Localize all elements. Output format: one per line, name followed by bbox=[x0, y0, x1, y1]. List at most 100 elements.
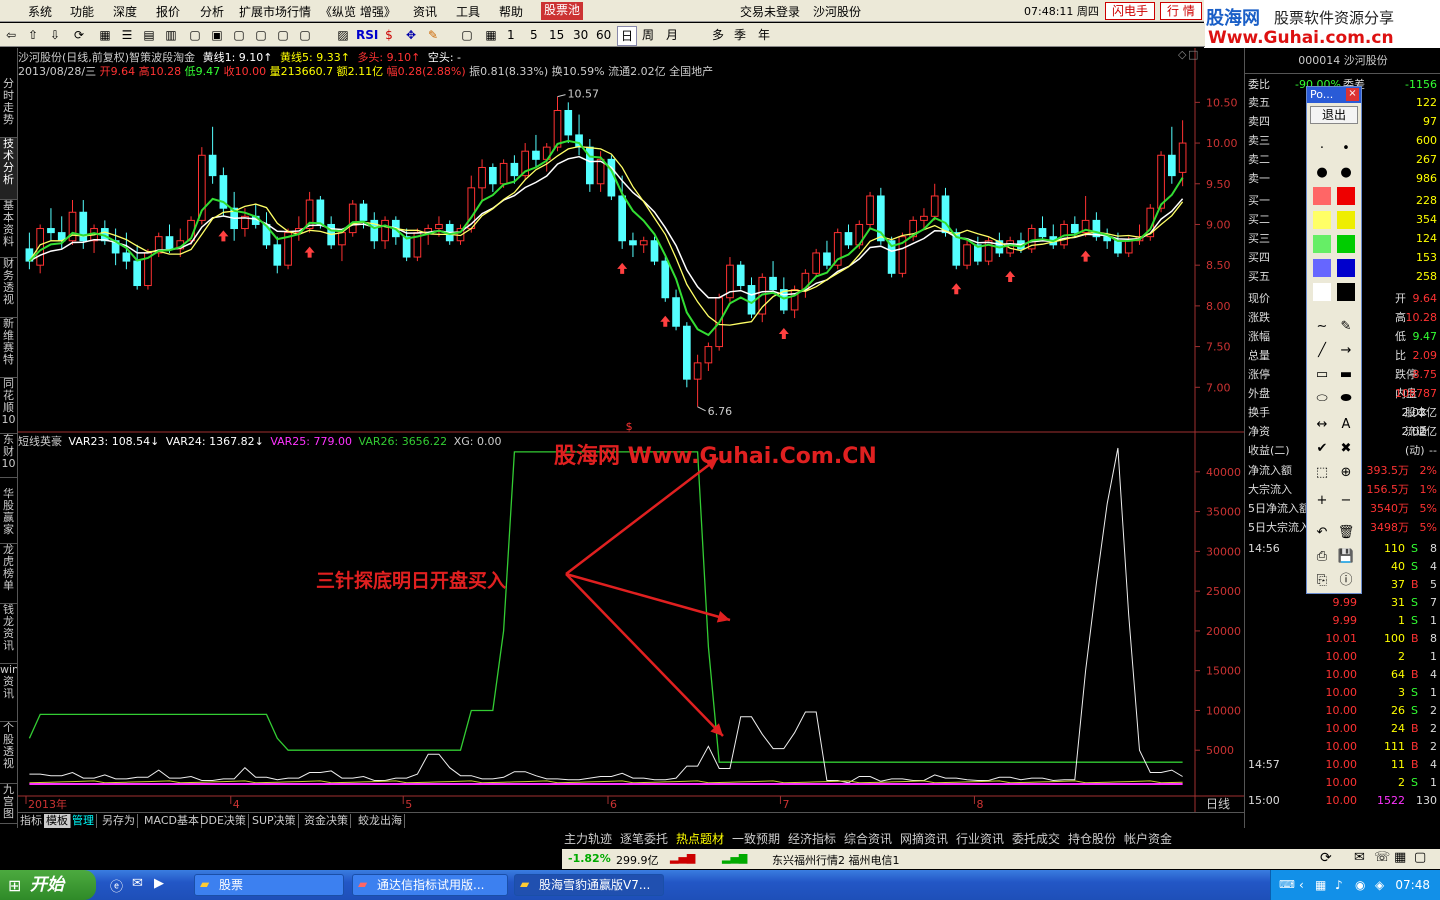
indicator-tab[interactable]: 蛟龙出海 bbox=[356, 814, 405, 828]
period-multi[interactable]: 多 bbox=[712, 26, 724, 44]
period-1[interactable]: 1 bbox=[507, 26, 515, 44]
fo-icon[interactable]: ▢ bbox=[186, 26, 204, 44]
rect-icon[interactable]: ▭ bbox=[1311, 365, 1333, 385]
f10-icon[interactable]: ▣ bbox=[208, 26, 226, 44]
select-icon[interactable]: ⬚ bbox=[1311, 463, 1333, 483]
ie-icon[interactable]: ⓔ bbox=[110, 876, 123, 895]
save-icon[interactable]: 💾 bbox=[1335, 547, 1357, 567]
text-icon[interactable]: A bbox=[1335, 415, 1357, 435]
settings-icon[interactable]: ▢ bbox=[296, 26, 314, 44]
circle-small-icon[interactable]: ● bbox=[1311, 163, 1333, 183]
plus-icon[interactable]: + bbox=[1311, 491, 1333, 511]
tab-huagu[interactable]: 华股赢家 bbox=[0, 488, 17, 544]
func-tab[interactable]: 持仓股份 bbox=[1068, 830, 1116, 848]
tab-stock-view[interactable]: 个股透视 bbox=[0, 722, 17, 784]
wave-icon[interactable]: ∼ bbox=[1311, 317, 1333, 337]
menu-help[interactable]: 帮助 bbox=[499, 3, 523, 20]
period-day[interactable]: 日 bbox=[617, 26, 638, 46]
tab-dongcai10[interactable]: 东财10 bbox=[0, 434, 17, 478]
task-folder[interactable]: 股票 bbox=[194, 874, 344, 896]
chart-area[interactable]: 10.50 10.00 9.50 9.00 8.50 8.00 7.50 7.00 40000… bbox=[18, 48, 1244, 812]
indicator-tab[interactable]: 资金决策 bbox=[302, 814, 351, 828]
indicator-tab[interactable]: 指标 bbox=[18, 814, 45, 828]
indicator-tab[interactable]: SUP决策 bbox=[250, 814, 299, 828]
func-tab[interactable]: 经济指标 bbox=[788, 830, 836, 848]
tab-wind[interactable]: wind资讯 bbox=[0, 664, 17, 722]
period-week[interactable]: 周 bbox=[642, 26, 654, 44]
flash-trade-button[interactable]: 闪电手 bbox=[1105, 2, 1156, 20]
color-swatch-light[interactable] bbox=[1313, 187, 1331, 205]
indicator-tab[interactable]: MACD基本 bbox=[142, 814, 202, 828]
layout-icon[interactable]: ▦ bbox=[482, 26, 500, 44]
window-icon-status[interactable]: ▢ bbox=[1414, 850, 1426, 865]
fz-icon[interactable]: ▢ bbox=[274, 26, 292, 44]
color-swatch-dark[interactable] bbox=[1337, 259, 1355, 277]
func-tab[interactable]: 热点题材 bbox=[676, 830, 724, 848]
task-guhai[interactable]: 股海雪豹通赢版V7... bbox=[514, 874, 664, 896]
copy-icon[interactable]: ⎘ bbox=[1311, 571, 1333, 591]
kline-chart[interactable]: 10.50 10.00 9.50 9.00 8.50 8.00 7.50 7.00 40000… bbox=[18, 48, 1244, 812]
trash-icon[interactable]: 🗑 bbox=[1335, 523, 1357, 543]
func-tab[interactable]: 行业资讯 bbox=[956, 830, 1004, 848]
menu-quote[interactable]: 报价 bbox=[156, 3, 180, 20]
tab-basic-info[interactable]: 基本资料 bbox=[0, 200, 17, 258]
pencil-icon[interactable]: ✎ bbox=[424, 26, 442, 44]
palette-close-icon[interactable]: × bbox=[1346, 88, 1359, 101]
period-5[interactable]: 5 bbox=[530, 26, 538, 44]
color-swatch-light[interactable] bbox=[1313, 235, 1331, 253]
menu-info[interactable]: 资讯 bbox=[413, 3, 437, 20]
tab-technical[interactable]: 技术分析 bbox=[0, 138, 17, 200]
hline-icon[interactable]: ↔ bbox=[1311, 415, 1333, 435]
mail-icon[interactable]: ✉ bbox=[1354, 850, 1365, 865]
circle-large-icon[interactable]: ● bbox=[1335, 163, 1357, 183]
func-tab[interactable]: 帐户资金 bbox=[1124, 830, 1172, 848]
dollar-icon[interactable]: $ bbox=[380, 26, 398, 44]
print-icon[interactable]: ⎙ bbox=[1311, 547, 1333, 567]
bars-icon[interactable]: ▥ bbox=[162, 26, 180, 44]
info-icon[interactable]: ⓘ bbox=[1335, 571, 1357, 591]
indicator-tab[interactable]: 另存为 bbox=[100, 814, 138, 828]
tab-finance[interactable]: 财务透视 bbox=[0, 258, 17, 318]
func-tab[interactable]: 逐笔委托 bbox=[620, 830, 668, 848]
back-icon[interactable]: ⇦ bbox=[2, 26, 20, 44]
line-icon[interactable]: ╱ bbox=[1311, 341, 1333, 361]
keyboard-icon[interactable]: ⌨ bbox=[1279, 870, 1295, 900]
task-tdx[interactable]: 通达信指标试用版... bbox=[352, 874, 508, 896]
indicator-tab[interactable]: DDE决策 bbox=[198, 814, 249, 828]
down-icon[interactable]: ⇩ bbox=[46, 26, 64, 44]
func-tab[interactable]: 委托成交 bbox=[1012, 830, 1060, 848]
menu-depth[interactable]: 深度 bbox=[113, 3, 137, 20]
arrow-icon[interactable]: → bbox=[1335, 341, 1357, 361]
color-swatch-light[interactable] bbox=[1313, 283, 1331, 301]
quote-button[interactable]: 行 情 bbox=[1160, 2, 1202, 20]
ellipse-icon[interactable]: ⬭ bbox=[1311, 389, 1333, 409]
qq-icon[interactable]: ◉ bbox=[1355, 870, 1365, 900]
grid-icon-status[interactable]: ▦ bbox=[1394, 850, 1406, 865]
menu-overview[interactable]: 《纵览 增强》 bbox=[320, 3, 396, 20]
dot-large-icon[interactable]: • bbox=[1335, 139, 1357, 159]
menu-tools[interactable]: 工具 bbox=[456, 3, 480, 20]
chart-icon[interactable]: ▤ bbox=[140, 26, 158, 44]
up-icon[interactable]: ⇧ bbox=[24, 26, 42, 44]
period-quarter[interactable]: 季 bbox=[734, 26, 746, 44]
cross-icon[interactable]: ✖ bbox=[1335, 439, 1357, 459]
tab-qianlong[interactable]: 钱龙资讯 bbox=[0, 604, 17, 664]
fd-icon[interactable]: ▢ bbox=[230, 26, 248, 44]
network-icon[interactable]: ▦ bbox=[1315, 870, 1326, 900]
f5-icon[interactable]: ▢ bbox=[458, 26, 476, 44]
period-30[interactable]: 30 bbox=[573, 26, 588, 44]
shield-icon[interactable]: ◈ bbox=[1375, 870, 1384, 900]
move-icon[interactable]: ✥ bbox=[402, 26, 420, 44]
minus-icon[interactable]: − bbox=[1335, 491, 1357, 511]
eraser-icon[interactable]: ✎ bbox=[1335, 317, 1357, 337]
indicator-tab[interactable]: 管理 bbox=[70, 814, 97, 828]
volume-icon[interactable]: ♪ bbox=[1335, 870, 1343, 900]
menu-ext-market[interactable]: 扩展市场行情 bbox=[239, 3, 311, 20]
func-tab[interactable]: 一致预期 bbox=[732, 830, 780, 848]
outlook-icon[interactable]: ✉ bbox=[132, 876, 143, 891]
palette-exit-button[interactable]: 退出 bbox=[1310, 106, 1358, 124]
window-close-icon[interactable]: □ bbox=[1188, 48, 1198, 61]
media-icon[interactable]: ▶ bbox=[154, 876, 164, 891]
period-month[interactable]: 月 bbox=[666, 26, 678, 44]
grid-icon[interactable]: ▦ bbox=[96, 26, 114, 44]
